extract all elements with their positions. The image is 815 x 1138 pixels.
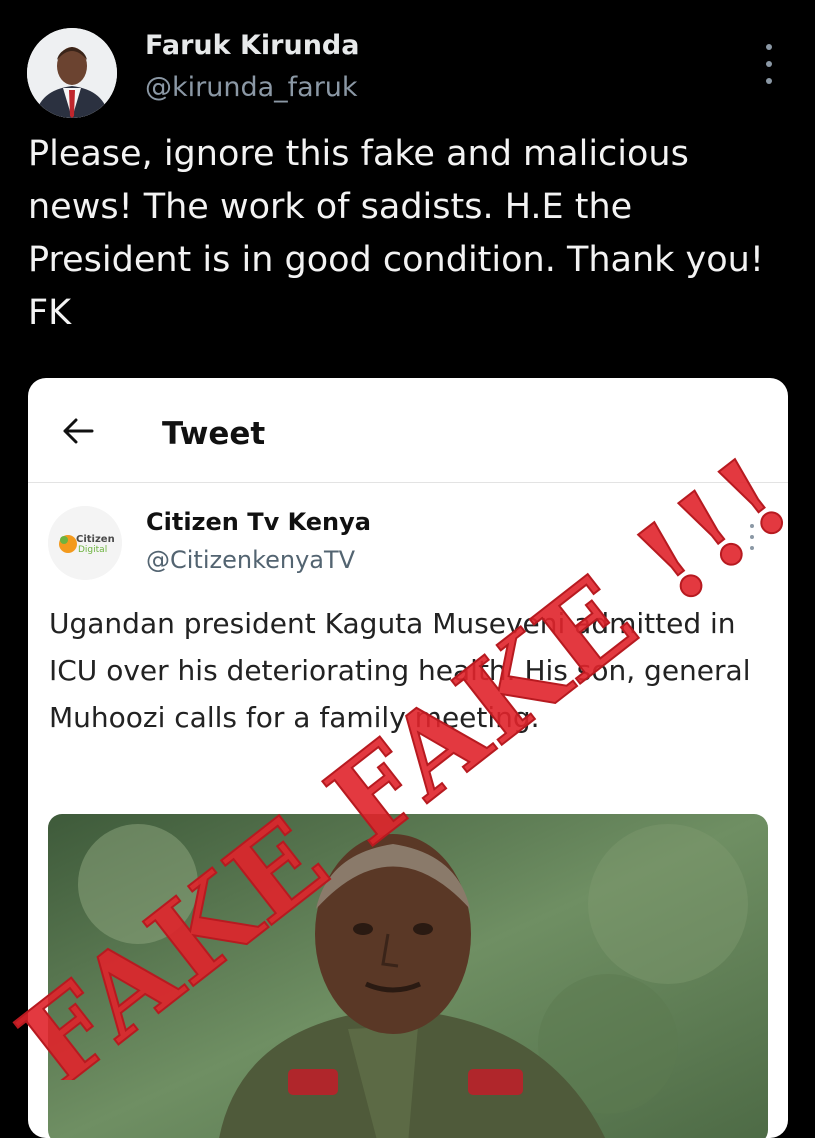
author-name[interactable]: Faruk Kirunda xyxy=(145,30,359,61)
quoted-tweet-text: Ugandan president Kaguta Museveni admitt… xyxy=(49,607,751,734)
tweet-text: Please, ignore this fake and malicious n… xyxy=(28,134,764,333)
more-vertical-icon[interactable] xyxy=(746,524,758,550)
avatar-photo xyxy=(27,28,117,118)
more-vertical-icon[interactable] xyxy=(758,44,780,84)
president-photo xyxy=(48,814,768,1138)
header-title: Tweet xyxy=(162,416,266,452)
author-handle[interactable]: @kirunda_faruk xyxy=(145,72,358,103)
author-avatar[interactable] xyxy=(27,28,117,118)
logo-text-digital: Digital xyxy=(78,545,107,555)
quoted-tweet-card[interactable]: Tweet Citizen Digital Citizen Tv Kenya @… xyxy=(28,378,788,1138)
quoted-account-name[interactable]: Citizen Tv Kenya xyxy=(146,508,371,536)
logo-text-citizen: Citizen xyxy=(76,534,115,545)
citizen-logo-icon: Citizen Digital xyxy=(48,506,122,580)
card-header: Tweet xyxy=(28,378,788,483)
citizen-digital-logo[interactable]: Citizen Digital xyxy=(48,506,122,580)
news-photo[interactable] xyxy=(48,814,768,1138)
arrow-left-icon[interactable] xyxy=(62,418,94,444)
quoted-account-handle[interactable]: @CitizenkenyaTV xyxy=(146,546,355,574)
